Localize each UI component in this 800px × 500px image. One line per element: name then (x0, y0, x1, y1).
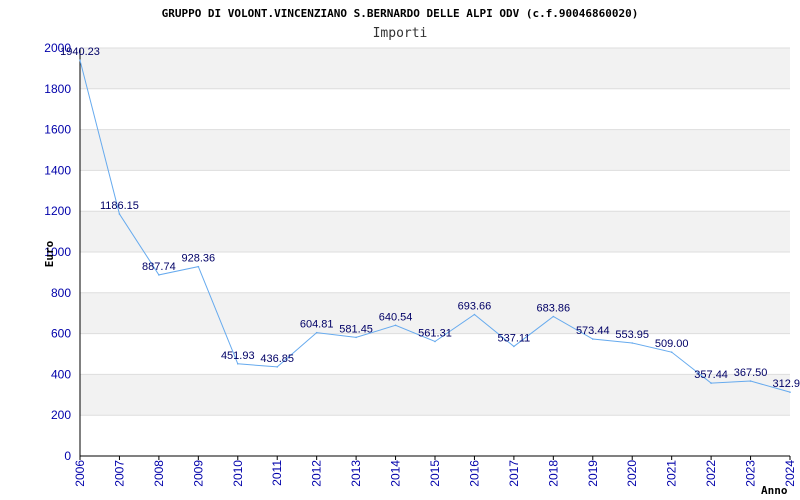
data-point (118, 213, 121, 215)
grid-band (80, 48, 790, 89)
x-tick-label: 2019 (586, 460, 600, 487)
data-label: 640.54 (379, 311, 413, 323)
y-tick-label: 1200 (44, 204, 71, 218)
x-tick-label: 2022 (704, 460, 718, 487)
x-tick-label: 2015 (428, 460, 442, 487)
grid-band (80, 374, 790, 416)
data-point (710, 382, 712, 384)
x-tick-labels: 2006 2007 2008 2009 2010 2011 2012 2013 2014 2015… (73, 460, 797, 487)
data-label: 509.00 (655, 338, 689, 350)
data-label: 367.50 (734, 367, 768, 379)
x-tick-label: 2007 (112, 460, 126, 487)
y-tick-label: 400 (51, 367, 71, 381)
x-tick-label: 2011 (270, 460, 284, 486)
x-tick-label: 2018 (546, 460, 560, 487)
x-tick-label: 2017 (507, 460, 521, 487)
data-point (434, 340, 436, 343)
data-point (513, 345, 515, 348)
data-point (315, 331, 318, 334)
x-tick-label: 2014 (389, 460, 403, 487)
data-label: 887.74 (142, 261, 176, 273)
data-label: 561.31 (418, 327, 452, 339)
data-point (749, 380, 752, 382)
data-point (79, 59, 81, 61)
data-point (552, 315, 555, 318)
data-label: 573.44 (576, 325, 610, 337)
x-tick-label: 2006 (73, 460, 87, 487)
grid-band (80, 129, 790, 171)
y-axis-label: Euro (43, 240, 56, 267)
data-label: 1186.15 (100, 200, 139, 212)
data-point (236, 363, 239, 365)
data-point (394, 324, 397, 327)
x-tick-label: 2009 (191, 460, 205, 487)
line-chart: 0200400600800100012001400160018002000 20… (43, 7, 800, 497)
data-point (591, 338, 594, 340)
x-tick-label: 2016 (467, 460, 481, 487)
data-label: 553.95 (615, 329, 649, 341)
data-label: 1940.23 (60, 46, 100, 58)
x-tick-label: 2020 (625, 460, 639, 487)
data-point (789, 391, 791, 393)
data-label: 537.11 (497, 332, 530, 344)
data-label: 604.81 (300, 319, 334, 331)
data-label: 436.85 (260, 353, 294, 365)
x-tick-label: 2010 (231, 460, 245, 487)
data-point (473, 313, 476, 316)
data-label: 581.45 (339, 323, 373, 335)
x-tick-label: 2012 (310, 460, 324, 487)
data-label: 312.9 (772, 378, 800, 390)
data-label: 451.93 (221, 350, 255, 362)
data-point (276, 366, 279, 368)
y-tick-label: 200 (51, 408, 71, 422)
x-axis-label: Anno (761, 484, 788, 497)
grid-band (80, 211, 790, 252)
y-tick-label: 1800 (44, 82, 71, 96)
data-point (631, 342, 634, 344)
y-tick-label: 0 (64, 449, 71, 463)
y-tick-label: 800 (51, 286, 71, 300)
x-tick-label: 2021 (665, 460, 679, 487)
data-point (158, 274, 160, 276)
grid-bands (80, 48, 790, 416)
data-label: 683.86 (537, 302, 571, 314)
chart-subtitle: Importi (373, 26, 428, 41)
y-tick-label: 1600 (44, 123, 71, 137)
chart-title: GRUPPO DI VOLONT.VINCENZIANO S.BERNARDO … (162, 7, 639, 20)
y-tick-label: 1400 (44, 163, 71, 177)
x-tick-label: 2013 (349, 460, 363, 487)
data-label: 357.44 (694, 369, 728, 381)
x-tick-label: 2008 (152, 460, 166, 487)
x-tick-label: 2024 (783, 460, 797, 487)
data-point (670, 351, 673, 353)
data-point (197, 265, 200, 268)
x-tick-label: 2023 (744, 460, 758, 487)
data-label: 928.36 (182, 253, 216, 265)
data-point (355, 336, 357, 339)
data-label: 693.66 (458, 300, 492, 312)
y-tick-label: 600 (51, 327, 71, 341)
